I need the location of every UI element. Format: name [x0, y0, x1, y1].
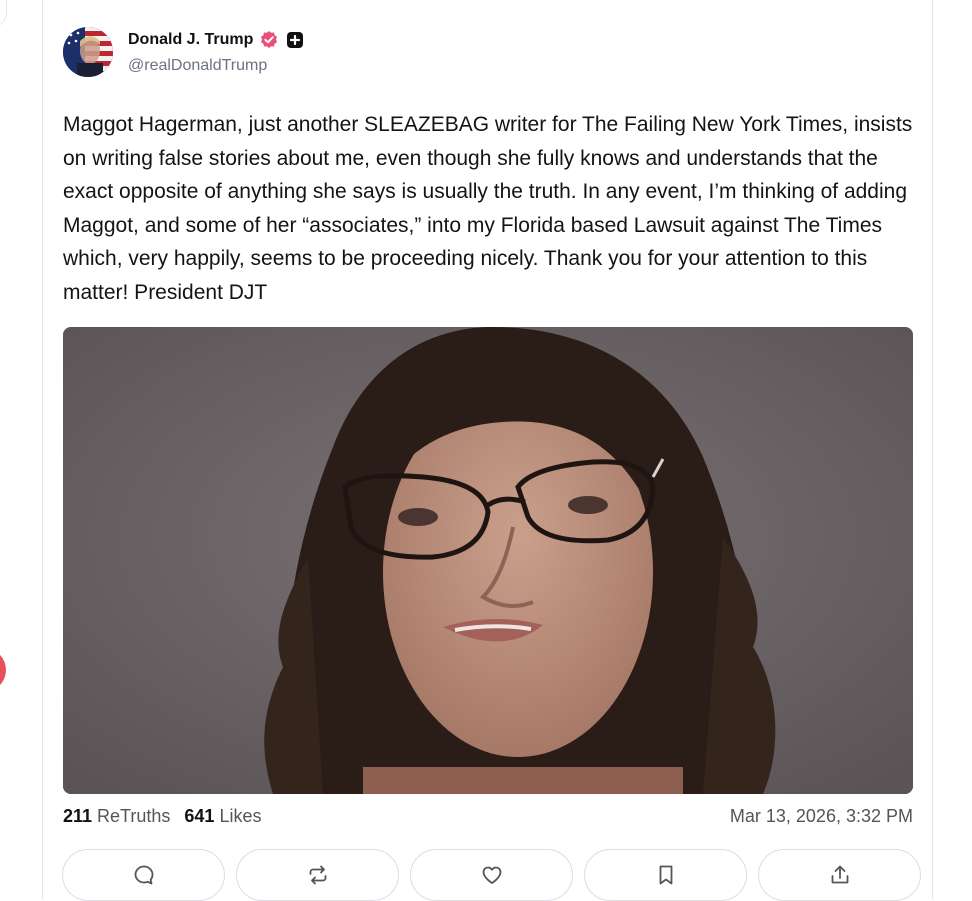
post-timestamp[interactable]: Mar 13, 2026, 3:32 PM [730, 806, 913, 827]
avatar-flag-portrait-icon [63, 27, 113, 77]
reply-icon [134, 865, 153, 885]
side-notification-dot[interactable] [0, 648, 6, 692]
likes-label: Likes [219, 806, 262, 826]
previous-card-corner [0, 0, 7, 27]
retruths-stat[interactable]: 211 ReTruths [63, 806, 170, 827]
likes-stat[interactable]: 641 Likes [184, 806, 261, 827]
retruths-count: 211 [63, 806, 93, 826]
verified-badge-icon [259, 30, 279, 50]
card-right-border [932, 0, 933, 899]
like-button[interactable] [410, 849, 573, 901]
post-media-image[interactable] [63, 327, 913, 794]
heart-icon [482, 866, 501, 884]
card-left-border [42, 0, 43, 899]
plus-badge-icon [285, 30, 305, 50]
portrait-photo-icon [63, 327, 913, 794]
reply-button[interactable] [62, 849, 225, 901]
retruth-icon [309, 865, 326, 885]
author-display-name[interactable]: Donald J. Trump [128, 31, 253, 49]
retruth-button[interactable] [236, 849, 399, 901]
likes-count: 641 [184, 806, 215, 826]
share-button[interactable] [758, 849, 921, 901]
author-name-row: Donald J. Trump [128, 30, 305, 50]
post-action-bar [62, 849, 921, 901]
bookmark-button[interactable] [584, 849, 747, 901]
author-handle[interactable]: @realDonaldTrump [128, 57, 267, 75]
post-body-text: Maggot Hagerman, just another SLEAZEBAG … [63, 113, 913, 304]
author-avatar[interactable] [63, 27, 113, 77]
retruths-label: ReTruths [97, 806, 171, 826]
bookmark-icon [659, 865, 672, 885]
post-stats: 211 ReTruths 641 Likes [63, 806, 261, 827]
share-icon [831, 865, 848, 884]
